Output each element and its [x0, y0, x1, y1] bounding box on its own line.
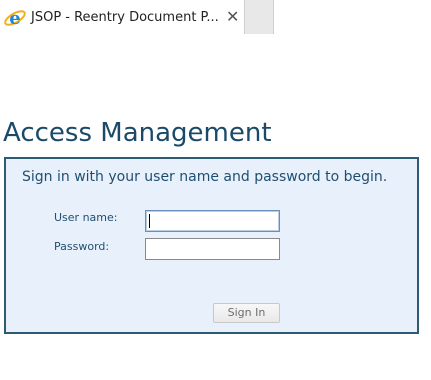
- password-label: Password:: [54, 240, 110, 253]
- login-panel: Sign in with your user name and password…: [4, 157, 419, 334]
- text-caret: [149, 214, 150, 228]
- tab-title: JSOP - Reentry Document P...: [31, 10, 219, 25]
- login-instructions: Sign in with your user name and password…: [22, 169, 388, 185]
- browser-tab[interactable]: e JSOP - Reentry Document P... ✕: [0, 0, 245, 34]
- password-field[interactable]: [145, 238, 280, 260]
- username-field[interactable]: [145, 210, 280, 232]
- sign-in-button[interactable]: Sign In: [213, 303, 280, 323]
- new-tab-button[interactable]: [245, 0, 274, 34]
- internet-explorer-icon: e: [3, 6, 27, 30]
- close-tab-icon[interactable]: ✕: [226, 7, 239, 27]
- svg-text:e: e: [9, 8, 20, 29]
- username-label: User name:: [54, 211, 118, 224]
- page-title: Access Management: [3, 118, 272, 148]
